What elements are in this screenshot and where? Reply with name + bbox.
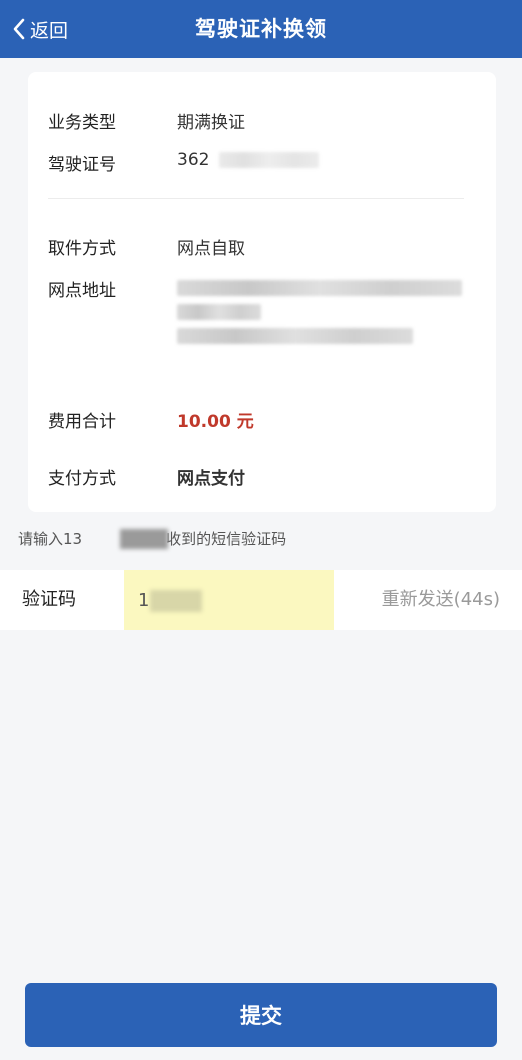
fee-total-label: 费用合计 <box>48 412 116 432</box>
redacted-line <box>177 304 261 320</box>
payment-method-value: 网点支付 <box>177 469 245 489</box>
branch-address-row: 网点地址 <box>48 276 476 344</box>
verification-code-row: 验证码 重新发送(44s) <box>0 570 522 630</box>
verification-code-label: 验证码 <box>22 589 76 610</box>
section-divider <box>48 198 464 199</box>
redacted-line <box>177 280 462 296</box>
resend-code-button[interactable]: 重新发送(44s) <box>382 570 500 630</box>
redacted-line <box>177 328 413 344</box>
branch-address-redacted <box>177 276 462 344</box>
license-number-row: 驾驶证号 362 <box>48 150 476 175</box>
submit-button[interactable]: 提交 <box>25 983 497 1047</box>
license-number-label: 驾驶证号 <box>48 155 116 175</box>
sms-hint-suffix: 收到的短信验证码 <box>166 530 287 548</box>
redacted-license-digits <box>219 152 320 168</box>
business-type-label: 业务类型 <box>48 113 116 133</box>
page-title: 驾驶证补换领 <box>195 17 327 41</box>
payment-method-label: 支付方式 <box>48 469 116 489</box>
payment-method-row: 支付方式 网点支付 <box>48 464 476 489</box>
fee-total-row: 费用合计 10.00 元 <box>48 407 476 432</box>
application-details-card: 业务类型 期满换证 驾驶证号 362 取件方式 网点自取 网点地址 费用合计 1… <box>28 72 496 512</box>
sms-code-hint: 请输入13 收到的短信验证码 <box>18 528 286 549</box>
branch-address-label: 网点地址 <box>48 281 116 301</box>
pickup-method-value: 网点自取 <box>177 239 245 259</box>
pickup-method-label: 取件方式 <box>48 239 116 259</box>
redacted-code-digits <box>150 590 202 612</box>
business-type-row: 业务类型 期满换证 <box>48 108 476 133</box>
sms-hint-prefix: 请输入13 <box>18 530 83 548</box>
fee-total-value: 10.00 元 <box>177 412 254 432</box>
pickup-method-row: 取件方式 网点自取 <box>48 234 476 259</box>
license-number-value: 362 <box>177 150 320 175</box>
business-type-value: 期满换证 <box>177 113 245 133</box>
top-bar: 返回 驾驶证补换领 <box>0 0 522 58</box>
redacted-phone-digits <box>120 528 169 549</box>
